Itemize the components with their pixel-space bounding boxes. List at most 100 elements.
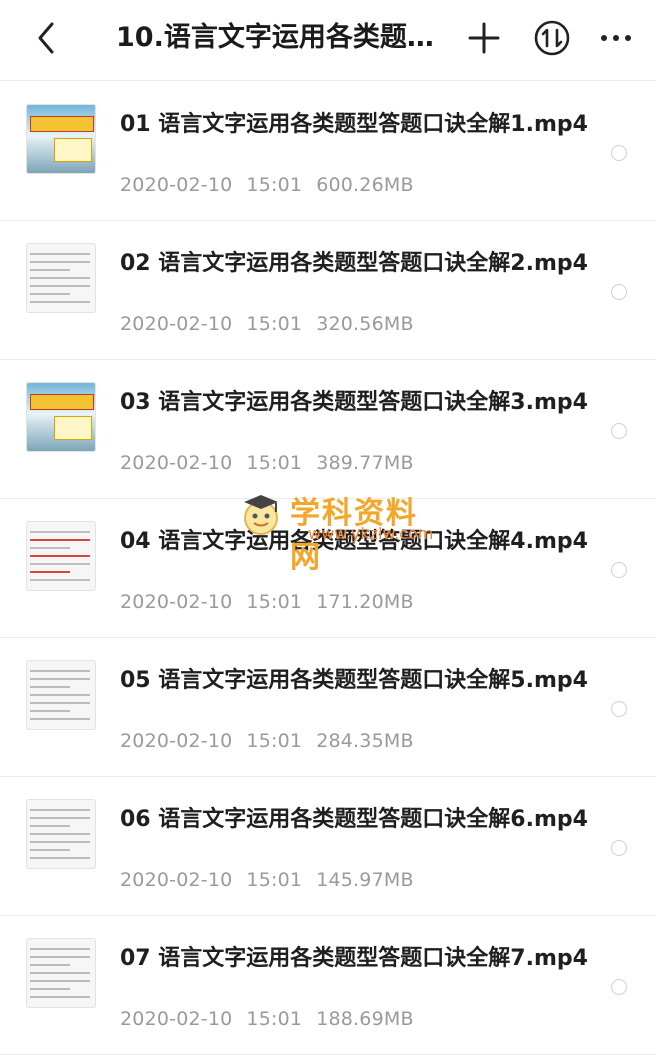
thumbnail-caption-box [54, 416, 92, 440]
thumbnail-banner [30, 394, 94, 410]
thumbnail-text-line [30, 579, 90, 581]
thumbnail-text-line [30, 718, 90, 720]
video-thumbnail [26, 521, 96, 591]
file-time: 15:01 [246, 313, 303, 335]
file-meta: 2020-02-10 15:01 145.97MB [120, 869, 428, 891]
thumbnail-text-line [30, 678, 90, 680]
sort-icon[interactable] [532, 18, 572, 58]
folder-title: 10.语言文字运用各类题型答题口诀全解 [116, 22, 451, 53]
thumbnail-text-line [30, 293, 70, 295]
top-bar: 10.语言文字运用各类题型答题口诀全解 [0, 0, 656, 81]
file-date: 2020-02-10 [120, 452, 233, 474]
file-name: 01 语言文字运用各类题型答题口诀全解1.mp4 [120, 112, 588, 137]
thumbnail-text-line [30, 261, 90, 263]
thumbnail-text-line [30, 269, 70, 271]
select-radio[interactable] [611, 423, 627, 439]
select-radio[interactable] [611, 562, 627, 578]
thumbnail-text-line [30, 948, 90, 950]
thumbnail-text-line [30, 825, 70, 827]
file-meta: 2020-02-10 15:01 188.69MB [120, 1008, 428, 1030]
video-thumbnail [26, 104, 96, 174]
thumbnail-text-line [30, 809, 90, 811]
select-radio[interactable] [611, 145, 627, 161]
file-meta: 2020-02-10 15:01 171.20MB [120, 591, 428, 613]
thumbnail-text-line [30, 277, 90, 279]
thumbnail-text-line [30, 964, 70, 966]
watermark: 学科资料网 www.ykzlw.com [238, 488, 438, 575]
video-thumbnail [26, 243, 96, 313]
thumbnail-text-line [30, 555, 90, 557]
file-size: 284.35MB [316, 730, 414, 752]
file-date: 2020-02-10 [120, 313, 233, 335]
file-row[interactable]: 02 语言文字运用各类题型答题口诀全解2.mp4 2020-02-10 15:01 3… [0, 221, 656, 360]
file-size: 320.56MB [316, 313, 414, 335]
video-thumbnail [26, 660, 96, 730]
file-size: 171.20MB [316, 591, 414, 613]
thumbnail-text-line [30, 686, 70, 688]
file-date: 2020-02-10 [120, 174, 233, 196]
file-meta: 2020-02-10 15:01 389.77MB [120, 452, 428, 474]
thumbnail-text-line [30, 980, 90, 982]
file-row[interactable]: 03 语言文字运用各类题型答题口诀全解3.mp4 2020-02-10 15:01 3… [0, 360, 656, 499]
thumbnail-text-line [30, 694, 90, 696]
file-time: 15:01 [246, 174, 303, 196]
file-row[interactable]: 06 语言文字运用各类题型答题口诀全解6.mp4 2020-02-10 15:01 1… [0, 777, 656, 916]
file-row[interactable]: 07 语言文字运用各类题型答题口诀全解7.mp4 2020-02-10 15:01 1… [0, 916, 656, 1055]
thumbnail-text-line [30, 972, 90, 974]
thumbnail-text-line [30, 988, 70, 990]
file-name: 07 语言文字运用各类题型答题口诀全解7.mp4 [120, 946, 588, 971]
thumbnail-text-line [30, 285, 90, 287]
video-thumbnail [26, 799, 96, 869]
select-radio[interactable] [611, 284, 627, 300]
file-meta: 2020-02-10 15:01 600.26MB [120, 174, 428, 196]
thumbnail-text-line [30, 571, 70, 573]
back-arrow-icon[interactable] [28, 18, 68, 58]
file-time: 15:01 [246, 730, 303, 752]
video-thumbnail [26, 938, 96, 1008]
thumbnail-text-line [30, 702, 90, 704]
file-name: 06 语言文字运用各类题型答题口诀全解6.mp4 [120, 807, 588, 832]
file-date: 2020-02-10 [120, 730, 233, 752]
thumbnail-text-line [30, 301, 90, 303]
add-icon[interactable] [466, 20, 502, 56]
thumbnail-text-line [30, 547, 70, 549]
thumbnail-text-line [30, 670, 90, 672]
file-size: 600.26MB [316, 174, 414, 196]
select-radio[interactable] [611, 979, 627, 995]
thumbnail-text-line [30, 849, 70, 851]
thumbnail-text-line [30, 253, 90, 255]
thumbnail-text-line [30, 956, 90, 958]
file-date: 2020-02-10 [120, 869, 233, 891]
file-name: 02 语言文字运用各类题型答题口诀全解2.mp4 [120, 251, 588, 276]
thumbnail-text-line [30, 531, 90, 533]
select-radio[interactable] [611, 701, 627, 717]
video-thumbnail [26, 382, 96, 452]
select-radio[interactable] [611, 840, 627, 856]
watermark-url: www.ykzlw.com [308, 524, 434, 543]
watermark-logo-icon [244, 495, 278, 535]
thumbnail-text-line [30, 857, 90, 859]
file-time: 15:01 [246, 1008, 303, 1030]
file-row[interactable]: 05 语言文字运用各类题型答题口诀全解5.mp4 2020-02-10 15:01 2… [0, 638, 656, 777]
file-date: 2020-02-10 [120, 591, 233, 613]
thumbnail-text-line [30, 817, 90, 819]
file-row[interactable]: 01 语言文字运用各类题型答题口诀全解1.mp4 2020-02-10 15:01 6… [0, 82, 656, 221]
file-time: 15:01 [246, 452, 303, 474]
more-options-icon[interactable] [596, 18, 636, 58]
file-meta: 2020-02-10 15:01 284.35MB [120, 730, 428, 752]
thumbnail-banner [30, 116, 94, 132]
file-time: 15:01 [246, 869, 303, 891]
file-name: 03 语言文字运用各类题型答题口诀全解3.mp4 [120, 390, 588, 415]
thumbnail-text-line [30, 539, 90, 541]
thumbnail-text-line [30, 563, 90, 565]
file-size: 389.77MB [316, 452, 414, 474]
file-date: 2020-02-10 [120, 1008, 233, 1030]
file-meta: 2020-02-10 15:01 320.56MB [120, 313, 428, 335]
file-size: 188.69MB [316, 1008, 414, 1030]
file-time: 15:01 [246, 591, 303, 613]
thumbnail-caption-box [54, 138, 92, 162]
file-name: 05 语言文字运用各类题型答题口诀全解5.mp4 [120, 668, 588, 693]
file-size: 145.97MB [316, 869, 414, 891]
thumbnail-text-line [30, 710, 70, 712]
thumbnail-text-line [30, 841, 90, 843]
